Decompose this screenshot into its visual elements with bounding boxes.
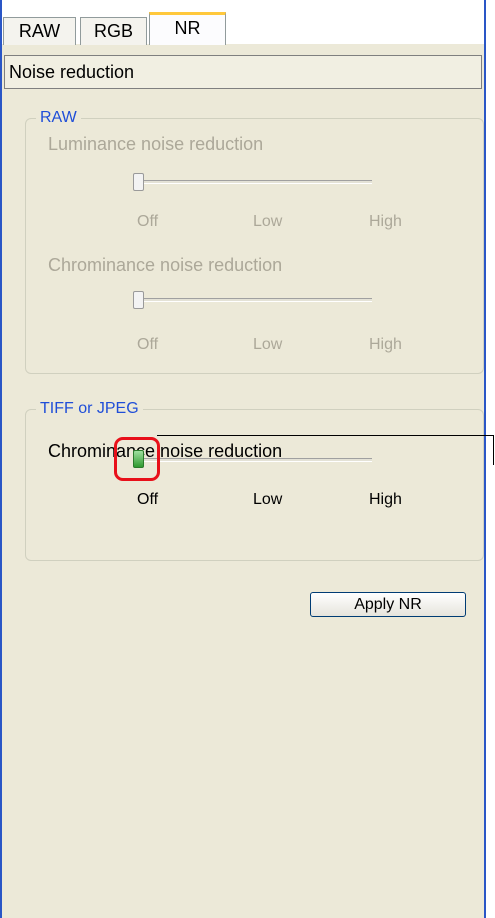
raw-chrominance-tick-high: High bbox=[369, 336, 402, 353]
tiff-chrominance-slider-track bbox=[139, 458, 372, 462]
tiff-jpeg-group-title: TIFF or JPEG bbox=[36, 398, 143, 420]
raw-group-title: RAW bbox=[36, 107, 81, 129]
slider-highlight-box bbox=[114, 437, 160, 481]
luminance-slider-thumb bbox=[133, 173, 144, 191]
luminance-tick-high: High bbox=[369, 213, 402, 230]
raw-chrominance-slider-thumb bbox=[133, 291, 144, 309]
tiff-chrominance-tick-low: Low bbox=[253, 491, 283, 508]
tiff-chrominance-tick-high: High bbox=[369, 491, 402, 508]
tab-nr[interactable]: NR bbox=[149, 12, 226, 45]
luminance-label: Luminance noise reduction bbox=[48, 134, 264, 154]
tiff-jpeg-groupbox: TIFF or JPEG bbox=[25, 398, 484, 561]
raw-chrominance-label: Chrominance noise reduction bbox=[48, 255, 283, 275]
tab-raw[interactable]: RAW bbox=[3, 17, 76, 45]
raw-chrominance-tick-low: Low bbox=[253, 336, 283, 353]
tiff-chrominance-tick-off: Off bbox=[137, 491, 159, 508]
raw-chrominance-tick-off: Off bbox=[137, 336, 159, 353]
apply-nr-button[interactable]: Apply NR bbox=[310, 592, 466, 617]
callout-line-drop bbox=[493, 435, 494, 465]
luminance-slider-track bbox=[139, 180, 372, 184]
raw-chrominance-slider-track bbox=[139, 298, 372, 302]
luminance-tick-low: Low bbox=[253, 213, 283, 230]
callout-line bbox=[157, 435, 494, 436]
luminance-tick-off: Off bbox=[137, 213, 159, 230]
page-title: Noise reduction bbox=[4, 55, 482, 89]
tab-rgb[interactable]: RGB bbox=[80, 17, 147, 45]
